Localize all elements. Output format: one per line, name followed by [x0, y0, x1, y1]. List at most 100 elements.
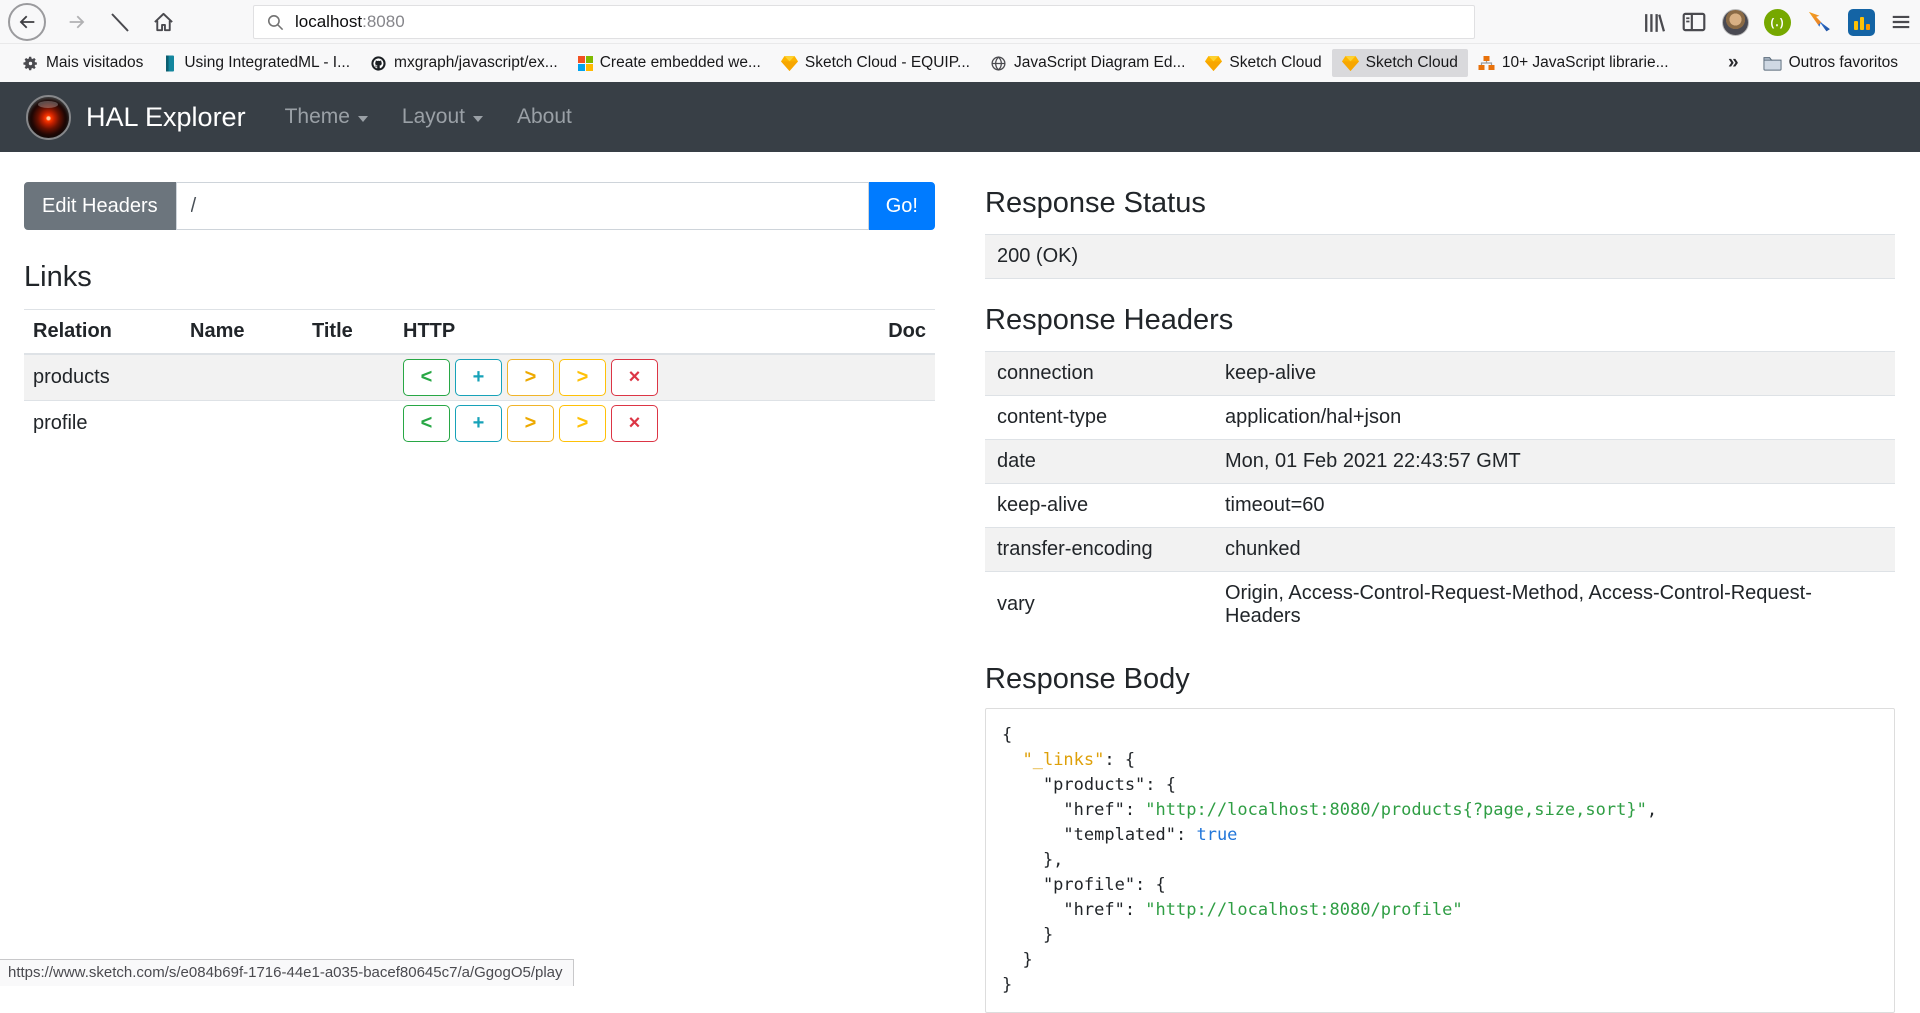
other-favorites-folder[interactable]: Outros favoritos	[1753, 49, 1908, 77]
edit-headers-button[interactable]: Edit Headers	[24, 182, 176, 230]
go-button[interactable]: Go!	[869, 182, 935, 230]
doc-cell	[869, 354, 935, 401]
code-line: "products": {	[1002, 773, 1878, 798]
extension-button-2[interactable]	[1806, 9, 1833, 36]
back-arrow-icon	[16, 11, 38, 33]
doc-cell	[869, 400, 935, 446]
relation-cell: profile	[24, 400, 181, 446]
bookmark-mais-visitados[interactable]: Mais visitados	[12, 49, 153, 77]
request-path-input[interactable]	[176, 182, 869, 230]
patch-button[interactable]: >	[559, 405, 606, 442]
links-table-header: Relation Name Title HTTP Doc	[24, 309, 935, 354]
microsoft-icon	[578, 56, 593, 71]
extension-button-3[interactable]	[1848, 9, 1875, 36]
column-doc: Doc	[869, 309, 935, 354]
post-button[interactable]: +	[455, 405, 502, 442]
sketch-icon	[1205, 56, 1222, 71]
link-status-tooltip: https://www.sketch.com/s/e084b69f-1716-4…	[0, 959, 574, 986]
bookmark-label: Outros favoritos	[1789, 54, 1898, 72]
response-header-row: keep-alivetimeout=60	[985, 483, 1895, 527]
column-relation: Relation	[24, 309, 181, 354]
library-icon	[1641, 10, 1666, 35]
header-value: Mon, 01 Feb 2021 22:43:57 GMT	[1213, 439, 1895, 483]
bookmark-js-diagram[interactable]: JavaScript Diagram Ed...	[980, 49, 1195, 77]
bookmark-label: mxgraph/javascript/ex...	[394, 54, 558, 72]
post-button[interactable]: +	[455, 359, 502, 396]
extension-button-1[interactable]: (․)	[1764, 9, 1791, 36]
delete-button[interactable]: ×	[611, 359, 658, 396]
extension-arrow-icon	[1806, 9, 1833, 36]
bookmarks-overflow-button[interactable]: »	[1714, 52, 1753, 74]
response-body-code: { "_links": { "products": { "href": "htt…	[985, 708, 1895, 1013]
http-cell: <+>>×	[394, 400, 869, 446]
code-line: "templated": true	[1002, 823, 1878, 848]
chevron-down-icon	[358, 116, 368, 122]
nav-layout-label: Layout	[402, 105, 465, 129]
get-button[interactable]: <	[403, 405, 450, 442]
response-header-row: content-typeapplication/hal+json	[985, 395, 1895, 439]
menu-button[interactable]	[1890, 11, 1912, 33]
url-port: :8080	[362, 12, 405, 32]
http-cell: <+>>×	[394, 354, 869, 401]
delete-button[interactable]: ×	[611, 405, 658, 442]
back-button[interactable]	[8, 3, 46, 41]
bookmark-label: Mais visitados	[46, 54, 143, 72]
put-button[interactable]: >	[507, 359, 554, 396]
header-key: date	[985, 439, 1213, 483]
bookmark-sketch-cloud-2[interactable]: Sketch Cloud	[1332, 49, 1468, 77]
hal-eye-logo-icon	[26, 95, 71, 140]
status-value: 200 (OK)	[985, 234, 1895, 278]
name-cell	[181, 400, 303, 446]
header-key: content-type	[985, 395, 1213, 439]
forward-button[interactable]	[66, 11, 88, 33]
nav-layout-dropdown[interactable]: Layout	[385, 105, 500, 129]
header-value: chunked	[1213, 527, 1895, 571]
reload-icon	[108, 10, 132, 34]
code-line: "href": "http://localhost:8080/products{…	[1002, 798, 1878, 823]
forward-arrow-icon	[66, 11, 88, 33]
bookmark-sketch-cloud-1[interactable]: Sketch Cloud	[1195, 49, 1331, 77]
bookmark-mxgraph[interactable]: mxgraph/javascript/ex...	[360, 49, 568, 77]
bookmark-create-embedded[interactable]: Create embedded we...	[568, 49, 771, 77]
extension-chart-icon	[1848, 9, 1875, 36]
bookmark-js-libraries[interactable]: 10+ JavaScript librarie...	[1468, 49, 1679, 77]
response-headers-table: connectionkeep-alivecontent-typeapplicat…	[985, 351, 1895, 638]
sidebar-toggle-button[interactable]	[1681, 9, 1707, 35]
extension-green-icon: (․)	[1764, 9, 1791, 36]
reload-button[interactable]	[108, 10, 132, 34]
profile-avatar-icon	[1722, 9, 1749, 36]
brand-title[interactable]: HAL Explorer	[86, 102, 246, 133]
code-line: {	[1002, 723, 1878, 748]
bookmark-sketch-equip[interactable]: Sketch Cloud - EQUIP...	[771, 49, 980, 77]
chevron-down-icon	[473, 116, 483, 122]
header-key: vary	[985, 571, 1213, 638]
links-section-title: Links	[24, 260, 935, 295]
search-icon	[266, 13, 285, 32]
put-button[interactable]: >	[507, 405, 554, 442]
response-body-title: Response Body	[985, 662, 1895, 697]
header-key: transfer-encoding	[985, 527, 1213, 571]
nav-theme-label: Theme	[285, 105, 350, 129]
bookmark-integratedml[interactable]: Using IntegratedML - I...	[153, 49, 360, 77]
nav-theme-dropdown[interactable]: Theme	[268, 105, 385, 129]
response-headers-title: Response Headers	[985, 303, 1895, 338]
folder-icon	[1763, 55, 1782, 71]
explorer-column: Edit Headers Go! Links Relation Name Tit…	[24, 182, 935, 986]
bookmark-label: JavaScript Diagram Ed...	[1014, 54, 1185, 72]
response-header-row: connectionkeep-alive	[985, 351, 1895, 395]
header-value: keep-alive	[1213, 351, 1895, 395]
profile-button[interactable]	[1722, 9, 1749, 36]
code-line: }	[1002, 948, 1878, 973]
library-button[interactable]	[1641, 10, 1666, 35]
status-row: 200 (OK)	[985, 234, 1895, 278]
column-http: HTTP	[394, 309, 869, 354]
name-cell	[181, 354, 303, 401]
patch-button[interactable]: >	[559, 359, 606, 396]
sidebar-icon	[1681, 9, 1707, 35]
home-button[interactable]	[152, 11, 175, 34]
get-button[interactable]: <	[403, 359, 450, 396]
gear-icon	[22, 55, 39, 72]
nav-about-link[interactable]: About	[500, 105, 589, 129]
address-bar[interactable]: localhost:8080	[253, 5, 1475, 39]
github-icon	[370, 55, 387, 72]
